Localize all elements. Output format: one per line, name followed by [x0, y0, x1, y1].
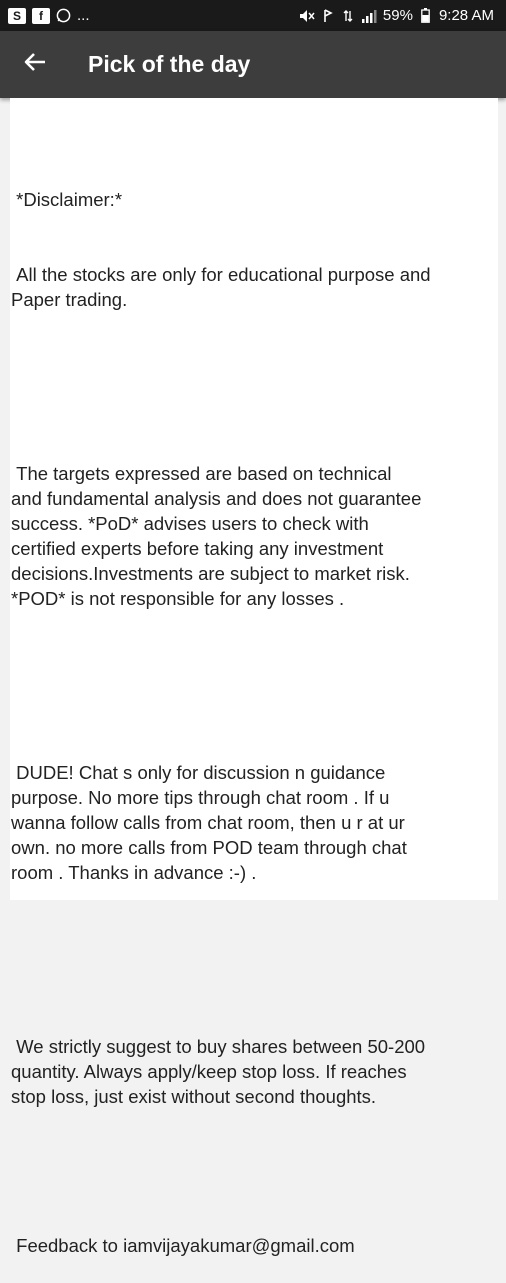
disclaimer-heading: *Disclaimer:*: [11, 189, 123, 210]
more-notifications: ...: [77, 7, 90, 24]
app-icon: S: [8, 7, 26, 24]
trading-advice-paragraph: We strictly suggest to buy shares betwee…: [11, 1036, 426, 1107]
clock: 9:28 AM: [438, 7, 494, 24]
page-title: Pick of the day: [88, 51, 251, 77]
disclaimer-paragraph-2: The targets expressed are based on techn…: [11, 463, 422, 609]
feedback-line: Feedback to iamvijayakumar@gmail.com: [11, 1235, 355, 1256]
app-bar: Pick of the day: [0, 31, 506, 98]
battery-percent: 59%: [382, 7, 413, 24]
back-button[interactable]: [0, 31, 70, 98]
facebook-icon: f: [32, 7, 50, 24]
content-card: *Disclaimer:* All the stocks are only fo…: [10, 98, 498, 1256]
arrow-left-icon: [24, 52, 46, 77]
status-right: 59% 9:28 AM: [299, 7, 494, 24]
signal-icon: [361, 8, 377, 24]
status-bar: S f ... 59% 9:28 AM: [0, 0, 506, 31]
disclaimer-paragraph-1: All the stocks are only for educational …: [11, 264, 431, 310]
chat-notice-paragraph: DUDE! Chat s only for discussion n guida…: [11, 762, 407, 883]
data-icon: [341, 8, 355, 24]
status-left: S f ...: [8, 7, 90, 24]
mute-icon: [299, 8, 315, 24]
battery-icon: [419, 8, 433, 24]
whatsapp-icon: [56, 8, 71, 24]
alarm-icon: [321, 8, 335, 24]
